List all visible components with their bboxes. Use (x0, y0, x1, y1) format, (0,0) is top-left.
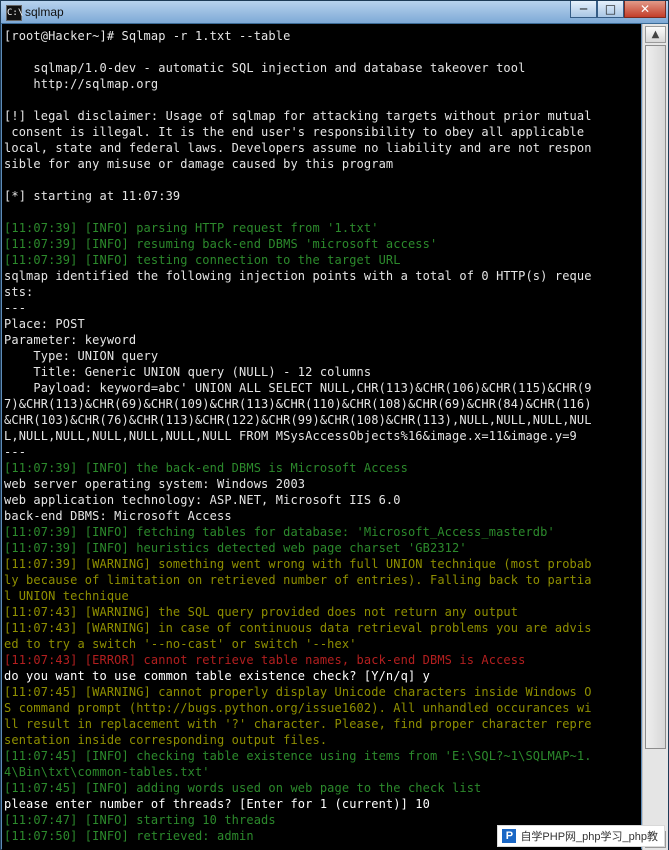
terminal-line: [11:07:39] [WARNING] something went wron… (4, 557, 592, 571)
terminal-icon: C:\ (6, 5, 23, 21)
terminal-line: ly because of limitation on retrieved nu… (4, 573, 592, 587)
scroll-up-button[interactable]: ▲ (645, 26, 666, 43)
terminal-line: --- (4, 301, 27, 315)
terminal-line: [11:07:43] [ERROR] cannot retrieve table… (4, 653, 526, 667)
terminal-line: 7)&CHR(113)&CHR(69)&CHR(109)&CHR(113)&CH… (4, 397, 592, 411)
terminal-line: [!] legal disclaimer: Usage of sqlmap fo… (4, 109, 592, 123)
terminal-line: web server operating system: Windows 200… (4, 477, 306, 491)
terminal-line: L,NULL,NULL,NULL,NULL,NULL,NULL FROM MSy… (4, 429, 577, 443)
terminal-line: consent is illegal. It is the end user's… (4, 125, 585, 139)
terminal-line: sentation inside corresponding output fi… (4, 733, 328, 747)
window-title: sqlmap (25, 5, 64, 19)
terminal-line: sqlmap identified the following injectio… (4, 269, 592, 283)
window-controls: ─ □ ✕ (570, 1, 666, 19)
up-arrow-icon: ▲ (651, 29, 660, 40)
terminal-line: l UNION technique (4, 589, 129, 603)
scrollbar-thumb[interactable] (645, 45, 666, 749)
terminal-line: [11:07:39] [INFO] fetching tables for da… (4, 525, 555, 539)
terminal-output[interactable]: [root@Hacker~]# Sqlmap -r 1.txt --table … (2, 24, 641, 850)
php-logo-icon: P (502, 829, 517, 843)
terminal-line: [root@Hacker~]# Sqlmap -r 1.txt --table (4, 29, 291, 43)
watermark-badge: P 自学PHP网_php学习_php教 (497, 825, 665, 847)
terminal-line: ed to try a switch '--no-cast' or switch… (4, 637, 357, 651)
terminal-line: local, state and federal laws. Developer… (4, 141, 592, 155)
terminal-line: [11:07:43] [WARNING] the SQL query provi… (4, 605, 519, 619)
terminal-line: &CHR(103)&CHR(76)&CHR(113)&CHR(122)&CHR(… (4, 413, 592, 427)
close-icon: ✕ (639, 2, 651, 16)
maximize-button[interactable]: □ (597, 1, 624, 18)
terminal-line: Payload: keyword=abc' UNION ALL SELECT N… (4, 381, 592, 395)
terminal-line: [11:07:43] [WARNING] in case of continuo… (4, 621, 592, 635)
terminal-line: Place: POST (4, 317, 85, 331)
title-bar[interactable]: C:\ sqlmap ─ □ ✕ (1, 1, 668, 24)
terminal-line: Parameter: keyword (4, 333, 137, 347)
maximize-icon: □ (604, 2, 617, 16)
terminal-line: sts: (4, 285, 34, 299)
terminal-line: web application technology: ASP.NET, Mic… (4, 493, 401, 507)
terminal-line: Title: Generic UNION query (NULL) - 12 c… (4, 365, 372, 379)
terminal-line: [*] starting at 11:07:39 (4, 189, 181, 203)
terminal-line: back-end DBMS: Microsoft Access (4, 509, 232, 523)
terminal-line: --- (4, 445, 27, 459)
terminal-line: 4\Bin\txt\common-tables.txt' (4, 765, 210, 779)
terminal-line: sqlmap/1.0-dev - automatic SQL injection… (4, 61, 526, 75)
terminal-line: [11:07:45] [INFO] adding words used on w… (4, 781, 482, 795)
minimize-icon: ─ (579, 2, 588, 16)
terminal-line: please enter number of threads? [Enter f… (4, 797, 430, 811)
terminal-line: [11:07:39] [INFO] the back-end DBMS is M… (4, 461, 408, 475)
close-button[interactable]: ✕ (624, 1, 666, 18)
watermark-text: 自学PHP网_php学习_php教 (520, 831, 658, 843)
terminal-line: ll result in replacement with '?' charac… (4, 717, 592, 731)
console-window: C:\ sqlmap ─ □ ✕ [root@Hacker~]# Sqlmap … (0, 0, 669, 850)
terminal-line: [11:07:39] [INFO] heuristics detected we… (4, 541, 467, 555)
terminal-line: [11:07:39] [INFO] parsing HTTP request f… (4, 221, 379, 235)
terminal-line: do you want to use common table existenc… (4, 669, 430, 683)
minimize-button[interactable]: ─ (570, 1, 597, 18)
terminal-line: http://sqlmap.org (4, 77, 159, 91)
terminal-line: S command prompt (http://bugs.python.org… (4, 701, 592, 715)
terminal-line: [11:07:39] [INFO] resuming back-end DBMS… (4, 237, 438, 251)
terminal-line: [11:07:45] [INFO] checking table existen… (4, 749, 592, 763)
terminal-line: Type: UNION query (4, 349, 159, 363)
terminal-line: [11:07:39] [INFO] testing connection to … (4, 253, 401, 267)
terminal-line: [11:07:45] [WARNING] cannot properly dis… (4, 685, 592, 699)
terminal-line: sible for any misuse or damage caused by… (4, 157, 394, 171)
vertical-scrollbar[interactable]: ▲ ▼ (642, 24, 668, 850)
